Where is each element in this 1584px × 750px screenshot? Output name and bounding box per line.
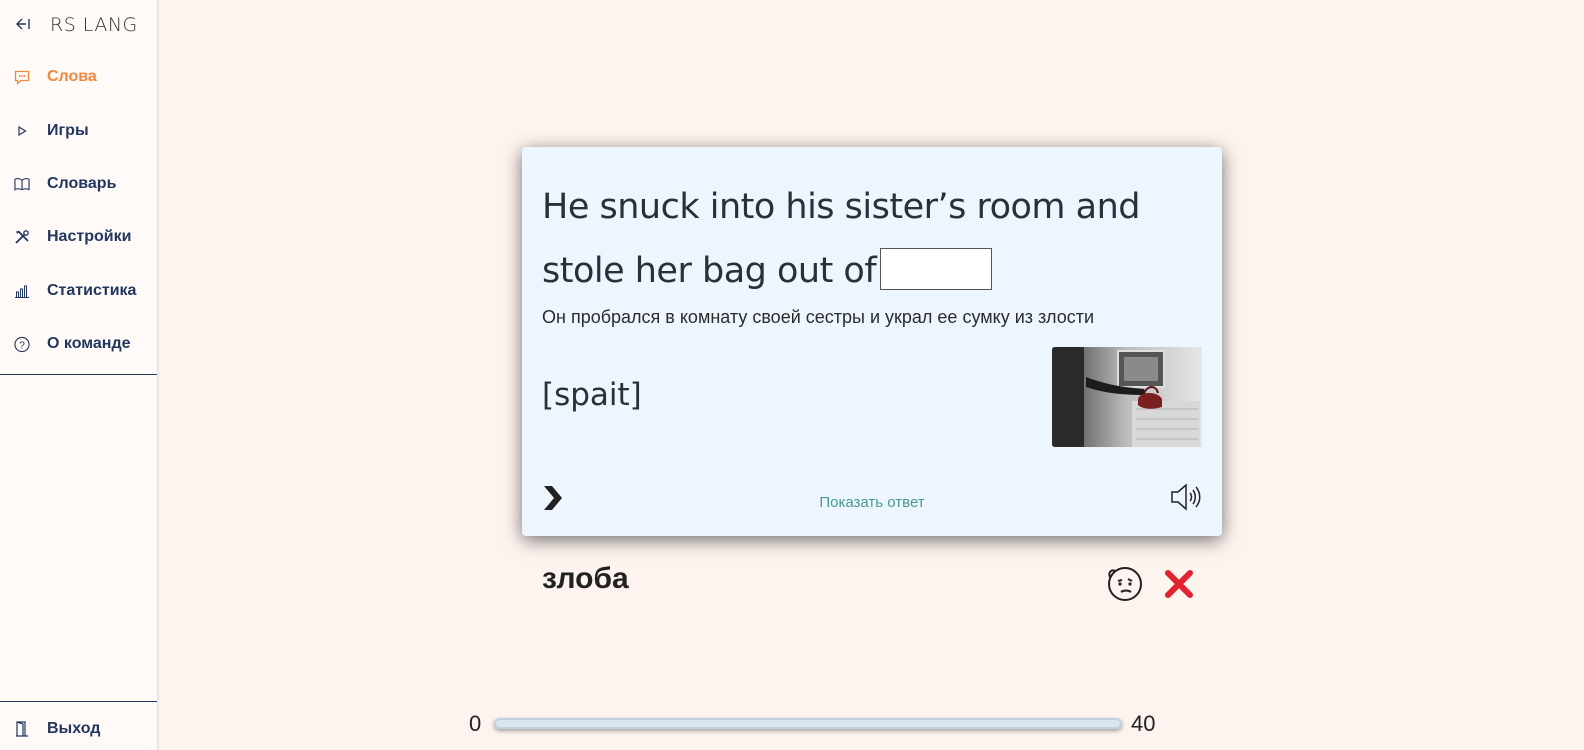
progress-max-label: 40 [1131, 711, 1156, 736]
sentence-translation: Он пробрался в комнату своей сестры и ук… [542, 307, 1095, 327]
sidebar-item-about-team[interactable]: ? О команде [0, 329, 157, 359]
show-answer-link[interactable]: Показать ответ [522, 494, 1222, 511]
progress-bar [494, 718, 1122, 729]
transcription: [spait] [542, 377, 642, 413]
word-image [1052, 347, 1202, 447]
remove-word-button[interactable] [1163, 568, 1195, 600]
collapse-sidebar-icon[interactable] [16, 17, 30, 34]
example-sentence-text: He snuck into his sister’s room and stol… [542, 187, 1141, 291]
sidebar-item-statistics[interactable]: Статистика [0, 276, 157, 306]
difficult-word-button[interactable] [1106, 565, 1144, 603]
nav-divider [0, 701, 157, 702]
translated-word: злоба [542, 562, 629, 595]
thinking-face-icon [1108, 567, 1142, 601]
sidebar-item-label: Игры [47, 122, 89, 139]
app-logo: RS LANG [50, 14, 138, 36]
sidebar-item-settings[interactable]: Настройки [0, 222, 157, 252]
speech-bubble-icon [14, 69, 30, 85]
close-icon [1165, 570, 1193, 598]
question-icon: ? [14, 336, 30, 352]
nav-divider [0, 374, 157, 375]
book-icon [14, 176, 30, 192]
bar-chart-icon [14, 283, 30, 299]
sidebar-item-label: О команде [47, 335, 131, 352]
logout-label: Выход [47, 720, 101, 737]
sidebar-item-label: Слова [47, 68, 97, 85]
example-sentence: He snuck into his sister’s room and stol… [542, 175, 1182, 303]
brand: RS LANG [16, 12, 138, 38]
speaker-icon[interactable] [1170, 482, 1202, 512]
answer-input[interactable] [880, 248, 993, 290]
sidebar-item-label: Статистика [47, 282, 137, 299]
sidebar-item-label: Словарь [47, 175, 117, 192]
tools-icon [14, 229, 30, 245]
word-card: He snuck into his sister’s room and stol… [522, 147, 1222, 536]
logout-button[interactable]: Выход [0, 714, 157, 744]
door-icon [14, 721, 30, 737]
sidebar-item-games[interactable]: Игры [0, 116, 157, 146]
svg-text:?: ? [19, 340, 25, 351]
progress-min-label: 0 [469, 711, 482, 736]
sidebar-item-label: Настройки [47, 228, 132, 245]
sidebar-item-words[interactable]: Слова [0, 62, 157, 92]
sidebar: RS LANG Слова Игры Словарь Настройки Ста… [0, 0, 159, 750]
sidebar-item-dictionary[interactable]: Словарь [0, 169, 157, 199]
play-icon [14, 123, 30, 139]
